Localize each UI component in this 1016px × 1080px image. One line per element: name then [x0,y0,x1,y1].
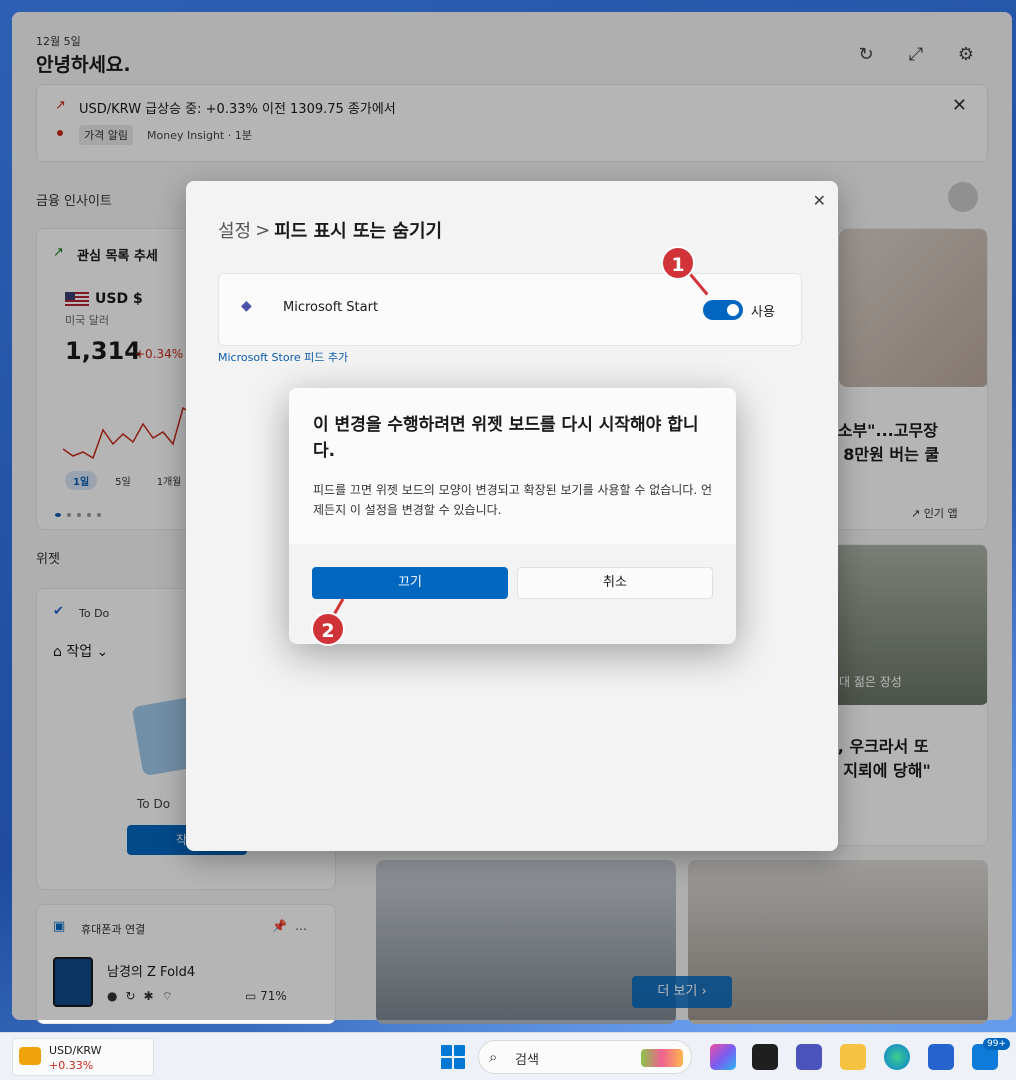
microsoft-start-icon: ◆ [241,298,252,314]
breadcrumb: 설정 > 피드 표시 또는 숨기기 [218,217,442,243]
step-1-badge: 1 [661,246,695,280]
taskbar: USD/KRW +0.33% ⌕ 검색 [0,1032,1016,1080]
copilot-icon[interactable] [710,1044,736,1070]
close-icon[interactable]: ✕ [813,191,826,210]
toggle-knob [727,304,739,316]
step-2-badge: 2 [311,612,345,646]
provider-row: ◆ Microsoft Start 사용 [218,273,802,346]
teams-icon[interactable] [796,1044,822,1070]
turn-off-button[interactable]: 끄기 [312,567,508,599]
provider-toggle[interactable] [703,300,743,320]
search-highlight-icon [641,1049,683,1067]
search-icon: ⌕ [489,1048,498,1066]
cancel-button[interactable]: 취소 [517,567,713,599]
edge-icon[interactable] [884,1044,910,1070]
notification-badge: 99+ [983,1038,1010,1050]
windows-start-icon[interactable] [441,1045,465,1069]
confirm-dialog: 이 변경을 수행하려면 위젯 보드를 다시 시작해야 합니다. 피드를 끄면 위… [289,388,736,644]
breadcrumb-root[interactable]: 설정 [218,217,251,243]
store-icon[interactable] [928,1044,954,1070]
taskbar-widget-value: +0.33% [49,1059,94,1072]
store-feed-link[interactable]: Microsoft Store 피드 추가 [218,349,348,365]
provider-name: Microsoft Start [283,300,379,315]
confirm-title: 이 변경을 수행하려면 위젯 보드를 다시 시작해야 합니다. [313,415,699,462]
file-explorer-icon[interactable] [840,1044,866,1070]
currency-icon [19,1047,41,1065]
taskbar-widget-name: USD/KRW [49,1044,102,1057]
taskbar-widget[interactable]: USD/KRW +0.33% [12,1038,154,1076]
taskbar-search[interactable]: ⌕ 검색 [478,1040,692,1074]
chevron-right-icon: > [255,219,271,241]
breadcrumb-current: 피드 표시 또는 숨기기 [274,221,443,242]
confirm-description: 피드를 끄면 위젯 보드의 모양이 변경되고 확장된 보기를 사용할 수 없습니… [313,483,713,518]
search-placeholder: 검색 [515,1053,539,1068]
toggle-label: 사용 [751,305,775,320]
task-view-icon[interactable] [752,1044,778,1070]
